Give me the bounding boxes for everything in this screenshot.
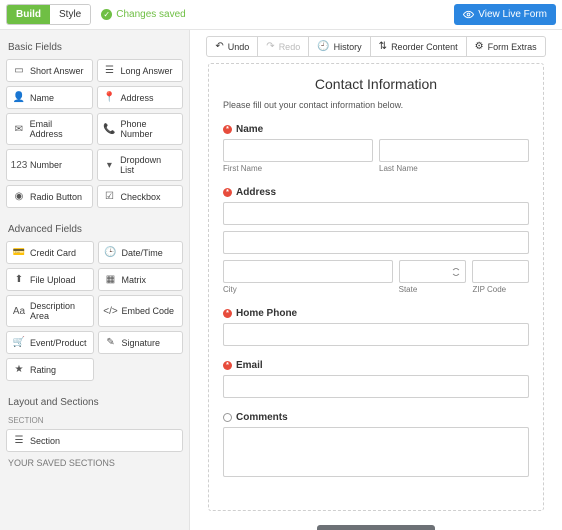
comments-textarea[interactable] [223,427,529,477]
first-name-input[interactable] [223,139,373,162]
reorder-icon: ⇅ [379,41,387,52]
dropdown-icon: ▾ [104,160,116,171]
saved-sections-heading: YOUR SAVED SECTIONS [6,452,183,474]
embed-icon: </> [105,306,117,317]
address-field-button[interactable]: 📍Address [97,86,184,109]
fields-sidebar: Basic Fields ▭Short Answer☰Long Answer👤N… [0,30,190,530]
long-answer-field-button[interactable]: ☰Long Answer [97,59,184,82]
address-field[interactable]: *Address City State ZIP Code [223,187,529,294]
basic-fields-heading: Basic Fields [6,38,183,59]
dropdown-list-field-button[interactable]: ▾Dropdown List [97,149,184,181]
builder-tabs: Build Style [6,4,91,25]
city-input[interactable] [223,260,393,283]
last-name-input[interactable] [379,139,529,162]
email-icon: ✉ [13,124,25,135]
checkbox-icon: ☑ [104,191,116,202]
required-icon: * [223,361,232,370]
check-icon: ✓ [101,9,112,20]
event-icon: 🛒 [13,337,25,348]
email-input[interactable] [223,375,529,398]
description-icon: Aa [13,306,25,317]
long-answer-icon: ☰ [104,65,116,76]
address-line2-input[interactable] [223,231,529,254]
section-label: SECTION [6,414,183,429]
comments-field[interactable]: Comments [223,412,529,480]
name-field-button[interactable]: 👤Name [6,86,93,109]
signature-icon: ✎ [105,337,117,348]
first-name-sublabel: First Name [223,164,373,173]
number-icon: 123 [13,160,25,171]
checkbox-field-button[interactable]: ☑Checkbox [97,185,184,208]
reorder-button[interactable]: ⇅Reorder Content [371,36,467,57]
optional-icon [223,413,232,422]
radio-button-field-button[interactable]: ◉Radio Button [6,185,93,208]
phone-number-field-button[interactable]: 📞Phone Number [97,113,184,145]
datetime-icon: 🕒 [105,247,117,258]
required-icon: * [223,188,232,197]
gear-icon: ⚙ [475,41,484,52]
form-title: Contact Information [223,76,529,92]
required-icon: * [223,309,232,318]
number-field-button[interactable]: 123Number [6,149,93,181]
form-description: Please fill out your contact information… [223,100,529,110]
radio-icon: ◉ [13,191,25,202]
name-field[interactable]: *Name First Name Last Name [223,124,529,173]
redo-icon: ↷ [266,41,274,52]
redo-button[interactable]: ↷Redo [258,36,309,57]
date-time-field-button[interactable]: 🕒Date/Time [98,241,183,264]
undo-button[interactable]: ↶Undo [206,36,258,57]
eye-icon [463,9,474,20]
layout-heading: Layout and Sections [6,393,183,414]
home-phone-field[interactable]: *Home Phone [223,308,529,346]
home-phone-input[interactable] [223,323,529,346]
matrix-icon: ▦ [105,274,117,285]
email-address-field-button[interactable]: ✉Email Address [6,113,93,145]
section-icon: ☰ [13,435,25,446]
credit-card-icon: 💳 [13,247,25,258]
tab-build[interactable]: Build [7,5,50,24]
history-button[interactable]: 🕘History [309,36,370,57]
name-icon: 👤 [13,92,25,103]
upload-icon: ⬆ [13,274,25,285]
view-live-form-button[interactable]: View Live Form [454,4,556,25]
save-status: ✓ Changes saved [101,9,186,20]
form-extras-button[interactable]: ⚙Form Extras [467,36,546,57]
form-toolbar: ↶Undo ↷Redo 🕘History ⇅Reorder Content ⚙F… [190,30,562,63]
phone-icon: 📞 [104,124,116,135]
state-select[interactable] [399,260,467,283]
tab-style[interactable]: Style [50,5,90,24]
last-name-sublabel: Last Name [379,164,529,173]
short-answer-field-button[interactable]: ▭Short Answer [6,59,93,82]
section-field-button[interactable]: ☰ Section [6,429,183,452]
required-icon: * [223,125,232,134]
description-area-field-button[interactable]: AaDescription Area [6,295,94,327]
matrix-field-button[interactable]: ▦Matrix [98,268,183,291]
event-product-field-button[interactable]: 🛒Event/Product [6,331,94,354]
embed-code-field-button[interactable]: </>Embed Code [98,295,183,327]
email-field[interactable]: *Email [223,360,529,398]
credit-card-field-button[interactable]: 💳Credit Card [6,241,94,264]
rating-icon: ★ [13,364,25,375]
rating-field-button[interactable]: ★Rating [6,358,94,381]
address-line1-input[interactable] [223,202,529,225]
file-upload-field-button[interactable]: ⬆File Upload [6,268,94,291]
short-answer-icon: ▭ [13,65,25,76]
signature-field-button[interactable]: ✎Signature [98,331,183,354]
zip-input[interactable] [472,260,529,283]
undo-icon: ↶ [215,41,223,52]
form-canvas[interactable]: Contact Information Please fill out your… [208,63,544,511]
address-icon: 📍 [104,92,116,103]
history-icon: 🕘 [317,41,329,52]
advanced-fields-heading: Advanced Fields [6,220,183,241]
save-status-label: Changes saved [116,9,186,20]
